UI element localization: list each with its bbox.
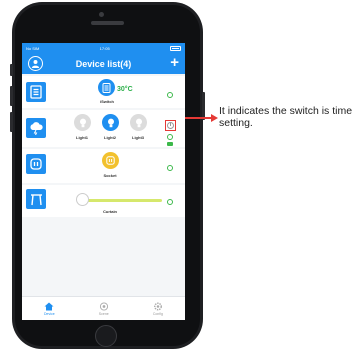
tab-device[interactable]: Device — [44, 302, 55, 316]
device-row-socket[interactable]: Socket — [22, 149, 185, 183]
gear-icon — [153, 302, 162, 310]
volume-down-button — [10, 112, 13, 132]
curtain-toggle[interactable] — [167, 199, 173, 205]
carrier-text: No SIM — [26, 45, 40, 51]
scene-icon — [99, 301, 108, 311]
annotation-text: It indicates the switch is time setting. — [219, 105, 353, 129]
cloud-lightning-icon — [26, 118, 46, 138]
battery-icon — [169, 45, 181, 51]
add-device-button[interactable]: + — [170, 54, 179, 71]
lights-toggle[interactable] — [167, 134, 173, 140]
tab-config[interactable]: Config — [153, 302, 163, 316]
power-button — [202, 92, 205, 120]
curtain-icon — [26, 189, 46, 209]
phone-frame: No SIM 17:05 Device list(4) + 30°C iSwit… — [10, 2, 205, 349]
volume-up-button — [10, 86, 13, 106]
device-row-curtain[interactable]: Curtain — [22, 185, 185, 217]
socket-toggle[interactable] — [167, 165, 173, 171]
curtain-label: Curtain — [103, 209, 117, 214]
tab-bar: Device Scene Config — [22, 296, 185, 320]
light1-button[interactable] — [74, 114, 91, 131]
home-button[interactable] — [95, 325, 117, 347]
light3-button[interactable] — [130, 114, 147, 131]
curtain-slider-handle[interactable] — [76, 193, 89, 206]
socket-button[interactable] — [102, 152, 119, 169]
page-title: Device list(4) — [75, 58, 132, 69]
app-screen: No SIM 17:05 Device list(4) + 30°C iSwit… — [22, 43, 185, 320]
status-bar: No SIM 17:05 — [22, 43, 185, 53]
callout-arrow-head — [211, 114, 218, 122]
iswitch-toggle[interactable] — [167, 92, 173, 98]
clock-text: 17:05 — [99, 45, 110, 51]
power-icon — [26, 154, 46, 174]
tab-scene-label: Scene — [98, 311, 109, 316]
device-row-lights[interactable]: Light1 Light2 Light3 — [22, 110, 185, 147]
clock-icon — [167, 122, 174, 129]
user-icon[interactable] — [28, 56, 43, 71]
device-row-iswitch[interactable]: 30°C iSwitch — [22, 76, 185, 108]
nav-bar: Device list(4) + — [22, 53, 185, 74]
iswitch-label: iSwitch — [99, 99, 114, 104]
curtain-slider-track[interactable] — [82, 199, 162, 202]
tab-device-label: Device — [44, 311, 55, 316]
timer-setting-indicator[interactable] — [165, 120, 176, 131]
switch-panel-icon — [26, 82, 46, 102]
lock-icon — [167, 142, 173, 146]
home-icon — [44, 302, 54, 310]
light2-button[interactable] — [102, 114, 119, 131]
temperature-text: 30°C — [117, 86, 133, 93]
tab-config-label: Config — [152, 311, 163, 316]
front-camera — [99, 12, 104, 17]
light3-label: Light3 — [132, 135, 144, 140]
tab-scene[interactable]: Scene — [98, 301, 109, 316]
light2-label: Light2 — [104, 135, 116, 140]
earpiece-speaker — [91, 21, 124, 25]
socket-label: Socket — [103, 173, 117, 178]
light1-label: Light1 — [76, 135, 88, 140]
iswitch-button[interactable] — [98, 79, 115, 96]
mute-switch — [10, 64, 13, 76]
